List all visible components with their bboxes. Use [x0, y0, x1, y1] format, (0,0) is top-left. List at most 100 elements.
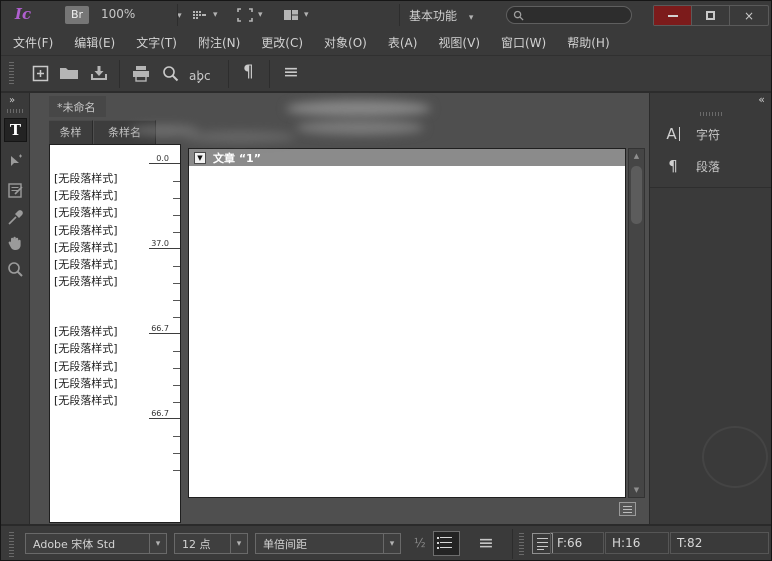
- paragraph-style-label[interactable]: [无段落样式]: [54, 273, 118, 289]
- ruler-tick: [173, 368, 180, 369]
- statusbar-grip[interactable]: [9, 532, 14, 558]
- menu-item[interactable]: 文字(T): [136, 34, 177, 51]
- open-button[interactable]: [59, 64, 80, 86]
- vertical-scrollbar[interactable]: ▲ ▼: [628, 148, 645, 498]
- story-editor[interactable]: ▼ 文章 “1”: [188, 148, 626, 498]
- galley-info-column[interactable]: [无段落样式][无段落样式][无段落样式][无段落样式][无段落样式][无段落样…: [49, 144, 181, 523]
- print-button[interactable]: [131, 64, 151, 87]
- font-size-select[interactable]: 12 点 ▾: [174, 533, 248, 554]
- paragraph-style-label[interactable]: [无段落样式]: [54, 358, 118, 374]
- minimize-button[interactable]: [654, 6, 692, 25]
- separator: [177, 4, 178, 26]
- ruler-tick: [173, 198, 180, 199]
- ruler-tick: [173, 181, 180, 182]
- toolbar-menu-button[interactable]: ≡: [283, 61, 298, 83]
- incopy-logo: Ic: [10, 5, 36, 25]
- statusbar-menu-icon[interactable]: ≡: [478, 532, 493, 554]
- paragraph-style-label[interactable]: [无段落样式]: [54, 375, 118, 391]
- bridge-button[interactable]: Br: [65, 6, 89, 24]
- search-icon: [513, 10, 524, 21]
- ruler-tick: [173, 470, 180, 471]
- eyedropper-icon: [6, 208, 25, 227]
- paragraph-style-label[interactable]: [无段落样式]: [54, 187, 118, 203]
- workspace-switcher[interactable]: 基本功能 ▾: [409, 7, 473, 24]
- paragraph-style-label[interactable]: [无段落样式]: [54, 323, 118, 339]
- document-tab[interactable]: *未命名: [49, 96, 106, 117]
- character-panel-button[interactable]: A 字符: [650, 119, 772, 149]
- menu-item[interactable]: 窗口(W): [501, 34, 546, 51]
- paragraph-style-label[interactable]: [无段落样式]: [54, 239, 118, 255]
- chevron-down-icon: ▾: [156, 539, 161, 549]
- view-options-button[interactable]: ▾: [191, 6, 218, 24]
- ruler-mark: 66.7: [149, 409, 180, 419]
- fraction-icon[interactable]: ½: [414, 536, 426, 550]
- scrollbar-thumb[interactable]: [631, 166, 642, 224]
- tools-panel: » T: [1, 93, 30, 524]
- show-hidden-characters-button[interactable]: ¶: [243, 62, 254, 82]
- expand-panel-icon[interactable]: »: [9, 95, 15, 106]
- ruler-mark: 37.0: [149, 239, 180, 249]
- zoom-tool[interactable]: [6, 260, 25, 283]
- tools-panel-grip[interactable]: [7, 109, 23, 113]
- menu-item[interactable]: 帮助(H): [567, 34, 609, 51]
- menu-item[interactable]: 附注(N): [198, 34, 240, 51]
- find-button[interactable]: [161, 64, 180, 87]
- save-icon: [89, 64, 109, 83]
- menu-item[interactable]: 更改(C): [261, 34, 303, 51]
- arrange-documents-button[interactable]: ▾: [282, 6, 309, 24]
- copyfit-grip[interactable]: [519, 533, 524, 557]
- hand-tool[interactable]: [6, 234, 25, 257]
- info-column-toggle[interactable]: [433, 531, 460, 556]
- chevron-down-icon: ▾: [237, 539, 242, 549]
- zoom-level-dropdown[interactable]: 100% ▾: [101, 7, 182, 21]
- paragraph-style-label[interactable]: [无段落样式]: [54, 170, 118, 186]
- view-tab-galley[interactable]: 条样: [49, 120, 93, 144]
- overset-indicator-icon: [619, 502, 636, 516]
- chevron-down-icon: ▾: [390, 539, 395, 549]
- paragraph-style-label[interactable]: [无段落样式]: [54, 392, 118, 408]
- spellcheck-button[interactable]: abc✓: [189, 65, 211, 84]
- menu-item[interactable]: 表(A): [388, 34, 418, 51]
- close-icon: ×: [744, 9, 754, 23]
- dock-grip[interactable]: [700, 112, 724, 116]
- ruler-mark: 0.0: [149, 154, 180, 164]
- story-header[interactable]: ▼ 文章 “1”: [189, 149, 625, 166]
- paragraph-panel-button[interactable]: ¶ 段落: [650, 151, 772, 181]
- leading-select[interactable]: 单倍间距 ▾: [255, 533, 401, 554]
- maximize-button[interactable]: [692, 6, 730, 25]
- maximize-icon: [706, 11, 715, 20]
- menu-item[interactable]: 对象(O): [324, 34, 367, 51]
- collapse-story-icon[interactable]: ▼: [194, 152, 206, 164]
- save-button[interactable]: [89, 64, 109, 87]
- search-box[interactable]: [506, 6, 632, 24]
- paragraph-style-label[interactable]: [无段落样式]: [54, 222, 118, 238]
- close-button[interactable]: ×: [730, 6, 768, 25]
- paragraph-style-label[interactable]: [无段落样式]: [54, 204, 118, 220]
- scroll-up-icon[interactable]: ▲: [629, 152, 644, 160]
- paragraph-style-label[interactable]: [无段落样式]: [54, 340, 118, 356]
- type-tool[interactable]: T: [4, 118, 27, 142]
- printer-icon: [131, 64, 151, 83]
- note-tool[interactable]: [6, 181, 25, 204]
- menu-item[interactable]: 编辑(E): [74, 34, 115, 51]
- eyedropper-tool[interactable]: [6, 208, 25, 231]
- paragraph-style-label[interactable]: [无段落样式]: [54, 256, 118, 272]
- ruler-tick: [173, 266, 180, 267]
- menu-item[interactable]: 视图(V): [438, 34, 480, 51]
- leading-value: 单倍间距: [256, 536, 383, 552]
- incopy-window: Ic Br 100% ▾ ▾ ▾ ▾: [0, 0, 772, 561]
- collapse-dock-icon[interactable]: «: [758, 93, 765, 106]
- separator: [269, 60, 270, 88]
- position-tool-icon: [6, 153, 25, 172]
- menu-item[interactable]: 文件(F): [13, 34, 53, 51]
- search-input[interactable]: [524, 9, 619, 21]
- screen-mode-button[interactable]: ▾: [236, 6, 263, 24]
- toolbar-grip[interactable]: [9, 62, 14, 86]
- minimize-icon: [668, 15, 678, 17]
- new-document-button[interactable]: [31, 64, 50, 87]
- window-controls: ×: [653, 5, 769, 26]
- smudge-artifact: [286, 100, 431, 117]
- position-tool[interactable]: [6, 153, 25, 176]
- scroll-down-icon[interactable]: ▼: [629, 486, 644, 494]
- font-family-select[interactable]: Adobe 宋体 Std ▾: [25, 533, 167, 554]
